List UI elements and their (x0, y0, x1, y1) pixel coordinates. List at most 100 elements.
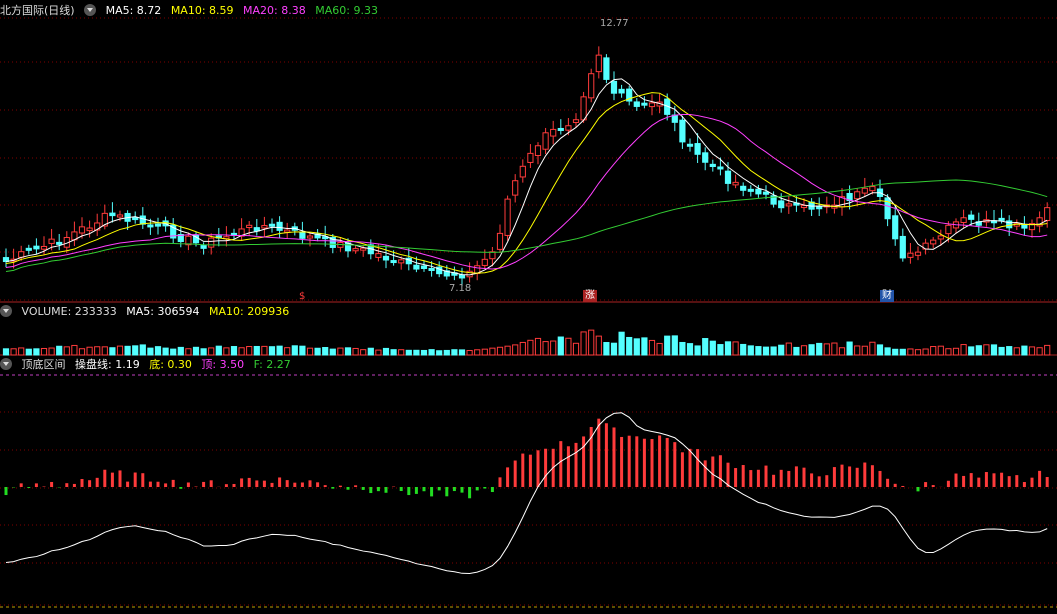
volume-bar (246, 346, 253, 356)
event-marker-dollar[interactable]: $ (297, 291, 307, 303)
candle-body (360, 247, 367, 251)
candle-body (633, 101, 640, 107)
volume-bar (603, 342, 610, 356)
volume-bar (170, 348, 177, 356)
volume-bar (215, 345, 222, 356)
volume-bar (793, 346, 800, 356)
candle-body (132, 217, 139, 221)
indicator-bar-up (893, 483, 897, 487)
volume-bar (405, 349, 412, 356)
indicator-bar-up (924, 482, 928, 487)
volume-bar (367, 347, 374, 356)
candle-body (284, 229, 291, 233)
indicator-bar-up (901, 485, 905, 487)
volume-bar (899, 348, 906, 356)
event-marker-rise[interactable]: 涨 (583, 290, 597, 302)
candle-body (914, 251, 922, 256)
volume-bar (474, 349, 481, 356)
indicator-bar-up (878, 470, 882, 487)
candle-body (352, 248, 359, 252)
volume-bar (595, 335, 602, 356)
volume-bar (838, 347, 846, 356)
indicator-bar-up (186, 482, 190, 487)
candle-body (968, 214, 975, 220)
indicator-bar-up (262, 480, 266, 487)
indicator-bar-up (103, 469, 107, 487)
volume-bar (876, 344, 884, 356)
indicator-bar-up (88, 480, 92, 487)
indicator-bar-up (240, 478, 244, 487)
candle-body (246, 224, 253, 229)
indicator-bar-up (209, 480, 213, 487)
volume-bar (869, 341, 876, 356)
candle-body (109, 212, 116, 217)
volume-bar (375, 349, 382, 356)
indicator-bar-up (574, 442, 578, 487)
volume-bar (436, 350, 443, 356)
volume-bar (1006, 346, 1013, 356)
candle-body (641, 102, 648, 106)
indicator-bar-up (19, 483, 23, 487)
indicator-bar-up (741, 465, 745, 487)
indicator-bar-up (787, 470, 791, 487)
volume-bar (610, 342, 618, 356)
volume-bar (770, 346, 777, 356)
volume-bar (192, 346, 200, 356)
volume-bar (398, 349, 405, 356)
volume-bar (10, 348, 17, 356)
candle-body (86, 227, 93, 232)
indicator-bar-down (916, 487, 920, 492)
volume-bar (261, 345, 268, 356)
volume-bar (1044, 344, 1051, 356)
indicator-bar-up (506, 467, 510, 487)
volume-bar (329, 348, 336, 356)
volume-bar (952, 347, 960, 356)
volume-bar (740, 343, 747, 356)
candle-body (717, 166, 724, 170)
indicator-bar-up (536, 450, 540, 487)
kline-chart-canvas[interactable] (0, 0, 1057, 614)
event-marker-finance[interactable]: 财 (880, 290, 894, 302)
volume-bar (846, 341, 853, 356)
candle-body (755, 188, 762, 195)
candle-body (565, 125, 572, 131)
volume-bar (33, 348, 40, 356)
indicator-bar-up (521, 453, 525, 487)
indicator-bar-up (840, 464, 844, 487)
volume-bar (534, 337, 542, 356)
candle-body (420, 265, 428, 270)
volume-bar (641, 337, 648, 356)
indicator-bar-up (224, 484, 228, 487)
volume-bar (702, 338, 709, 356)
candle-body (762, 191, 770, 195)
indicator-bar-down (490, 487, 494, 493)
volume-bar (413, 349, 420, 356)
volume-bar (268, 346, 276, 356)
candle-body (778, 200, 785, 209)
indicator-bar-up (711, 456, 715, 487)
candle-body (694, 143, 701, 155)
volume-bar (527, 339, 534, 356)
candle-body (960, 217, 967, 224)
candle-body (527, 152, 534, 163)
volume-bar (504, 345, 511, 356)
volume-bar (177, 346, 184, 356)
candle-body (1044, 207, 1051, 221)
indicator-bar-up (566, 446, 570, 487)
indicator-bar-up (931, 485, 935, 487)
indicator-bar-up (718, 455, 722, 487)
indicator-bar-up (992, 473, 996, 487)
volume-bar (147, 347, 154, 356)
candle-body (116, 214, 124, 218)
volume-bar (1036, 347, 1043, 356)
indicator-bar-up (285, 480, 289, 487)
candle-body (428, 267, 435, 271)
indicator-bar-up (148, 481, 152, 487)
volume-bar (747, 345, 754, 356)
candle-body (702, 152, 709, 163)
candle-body (618, 88, 625, 94)
indicator-bar-up (1045, 477, 1049, 487)
candle-body (534, 145, 542, 156)
indicator-bar-up (1022, 482, 1026, 487)
candle-body (344, 242, 352, 252)
